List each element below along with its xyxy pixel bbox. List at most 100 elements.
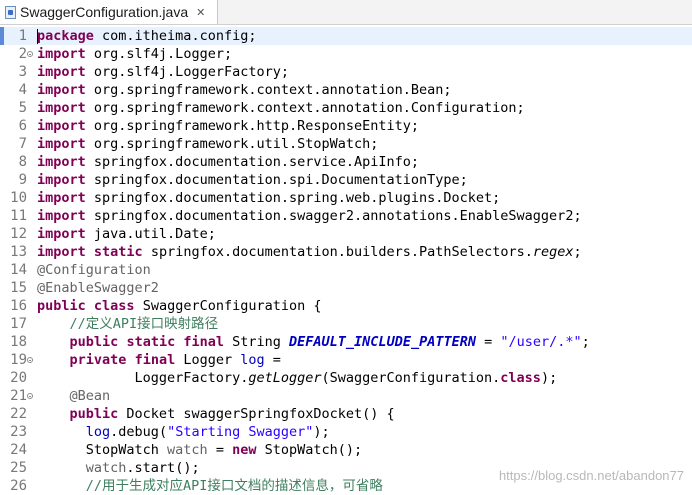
code-text: import org.springframework.http.Response…	[37, 117, 419, 135]
code-token: ;	[581, 334, 590, 350]
fold-toggle-icon[interactable]	[27, 393, 33, 399]
line-number: 18	[10, 334, 27, 350]
code-token: =	[264, 352, 281, 368]
code-token: .start();	[126, 460, 200, 476]
editor-tab[interactable]: SwaggerConfiguration.java ✕	[0, 0, 218, 24]
code-token: org.slf4j.Logger;	[85, 46, 233, 62]
code-token: =	[475, 334, 501, 350]
code-line[interactable]: 21 @Bean	[0, 387, 692, 405]
code-line[interactable]: 4 import org.springframework.context.anno…	[0, 81, 692, 99]
code-line[interactable]: 14 @Configuration	[0, 261, 692, 279]
code-text: watch.start();	[37, 459, 200, 477]
line-number: 20	[10, 370, 27, 386]
code-line[interactable]: 18 public static final String DEFAULT_IN…	[0, 333, 692, 351]
code-token: =	[207, 442, 233, 458]
line-number: 12	[10, 226, 27, 242]
line-number: 9	[18, 172, 27, 188]
code-line[interactable]: 24 StopWatch watch = new StopWatch();	[0, 441, 692, 459]
code-token: final	[183, 334, 224, 350]
code-text: import org.springframework.util.StopWatc…	[37, 135, 378, 153]
code-token: package	[37, 28, 94, 44]
close-tab-icon[interactable]: ✕	[196, 6, 205, 19]
line-number: 23	[10, 424, 27, 440]
code-token: private	[69, 352, 127, 368]
code-text: @Configuration	[37, 261, 151, 279]
code-text: @Bean	[37, 387, 111, 405]
line-number: 6	[18, 118, 27, 134]
code-token: import	[37, 118, 86, 134]
fold-toggle-icon[interactable]	[27, 357, 33, 363]
editor-tab-bar: SwaggerConfiguration.java ✕	[0, 0, 692, 25]
code-token: springfox.documentation.spring.web.plugi…	[85, 190, 501, 206]
code-token: ;	[573, 244, 582, 260]
code-text: import org.springframework.context.annot…	[37, 99, 525, 117]
code-line[interactable]: 15 @EnableSwagger2	[0, 279, 692, 297]
code-token: Logger	[175, 352, 241, 368]
code-token: new	[232, 442, 257, 458]
line-number: 14	[10, 262, 27, 278]
code-token: class	[500, 370, 541, 386]
code-token: class	[93, 298, 135, 314]
code-line[interactable]: 10 import springfox.documentation.spring.…	[0, 189, 692, 207]
code-text: import springfox.documentation.swagger2.…	[37, 207, 582, 225]
code-token: log	[240, 352, 265, 368]
code-text: @EnableSwagger2	[37, 279, 159, 297]
code-token: com.itheima.config;	[93, 28, 257, 44]
line-number: 25	[10, 460, 27, 476]
code-token: import	[37, 100, 86, 116]
code-token: final	[134, 352, 176, 368]
code-line[interactable]: 5 import org.springframework.context.anno…	[0, 99, 692, 117]
line-number: 4	[18, 82, 27, 98]
code-line[interactable]: 13 import static springfox.documentation.…	[0, 243, 692, 261]
code-line[interactable]: 12 import java.util.Date;	[0, 225, 692, 243]
line-number: 22	[10, 406, 27, 422]
code-token: //用于生成对应API接口文档的描述信息，可省略	[85, 478, 383, 494]
code-token: StopWatch();	[256, 442, 363, 458]
fold-toggle-icon[interactable]	[27, 51, 33, 57]
code-line[interactable]: 19 private final Logger log =	[0, 351, 692, 369]
line-number: 21	[10, 388, 27, 404]
java-file-icon	[5, 5, 16, 19]
code-line[interactable]: 20 LoggerFactory.getLogger(SwaggerConfig…	[0, 369, 692, 387]
code-text: LoggerFactory.getLogger(SwaggerConfigura…	[37, 369, 558, 387]
code-line[interactable]: 8 import springfox.documentation.service.…	[0, 153, 692, 171]
code-token: org.springframework.context.annotation.B…	[85, 82, 452, 98]
code-token: public	[69, 334, 119, 350]
text-caret	[37, 29, 38, 44]
code-token: java.util.Date;	[85, 226, 216, 242]
code-line[interactable]: 17 //定义API接口映射路径	[0, 315, 692, 333]
code-text: public Docket swaggerSpringfoxDocket() {	[37, 405, 395, 423]
code-token: StopWatch	[37, 442, 168, 458]
code-line[interactable]: 22 public Docket swaggerSpringfoxDocket(…	[0, 405, 692, 423]
code-token: springfox.documentation.builders.PathSel…	[142, 244, 533, 260]
line-number: 26	[10, 478, 27, 494]
code-line[interactable]: 3 import org.slf4j.LoggerFactory;	[0, 63, 692, 81]
line-number: 2	[18, 46, 27, 62]
code-token: import	[37, 208, 86, 224]
code-token: static	[126, 334, 176, 350]
code-token: @EnableSwagger2	[37, 280, 159, 296]
code-line[interactable]: 1 package com.itheima.config;	[0, 27, 692, 45]
code-token: import	[37, 244, 86, 260]
code-token: org.springframework.context.annotation.C…	[85, 100, 525, 116]
code-line[interactable]: 11 import springfox.documentation.swagger…	[0, 207, 692, 225]
code-line[interactable]: 7 import org.springframework.util.StopWat…	[0, 135, 692, 153]
code-token: log	[85, 424, 111, 440]
code-token: import	[37, 154, 86, 170]
code-line[interactable]: 2 import org.slf4j.Logger;	[0, 45, 692, 63]
watermark: https://blog.csdn.net/abandon77	[498, 468, 684, 483]
code-token: //定义API接口映射路径	[69, 316, 219, 332]
code-line[interactable]: 23 log.debug("Starting Swagger");	[0, 423, 692, 441]
code-line[interactable]: 9 import springfox.documentation.spi.Docu…	[0, 171, 692, 189]
code-line[interactable]: 16 public class SwaggerConfiguration {	[0, 297, 692, 315]
code-token: watch	[85, 460, 127, 476]
code-line[interactable]: 6 import org.springframework.http.Respons…	[0, 117, 692, 135]
code-token: .debug(	[110, 424, 168, 440]
code-editor[interactable]: 1 package com.itheima.config; 2 import org.…	[0, 25, 692, 495]
code-token: org.slf4j.LoggerFactory;	[85, 64, 289, 80]
